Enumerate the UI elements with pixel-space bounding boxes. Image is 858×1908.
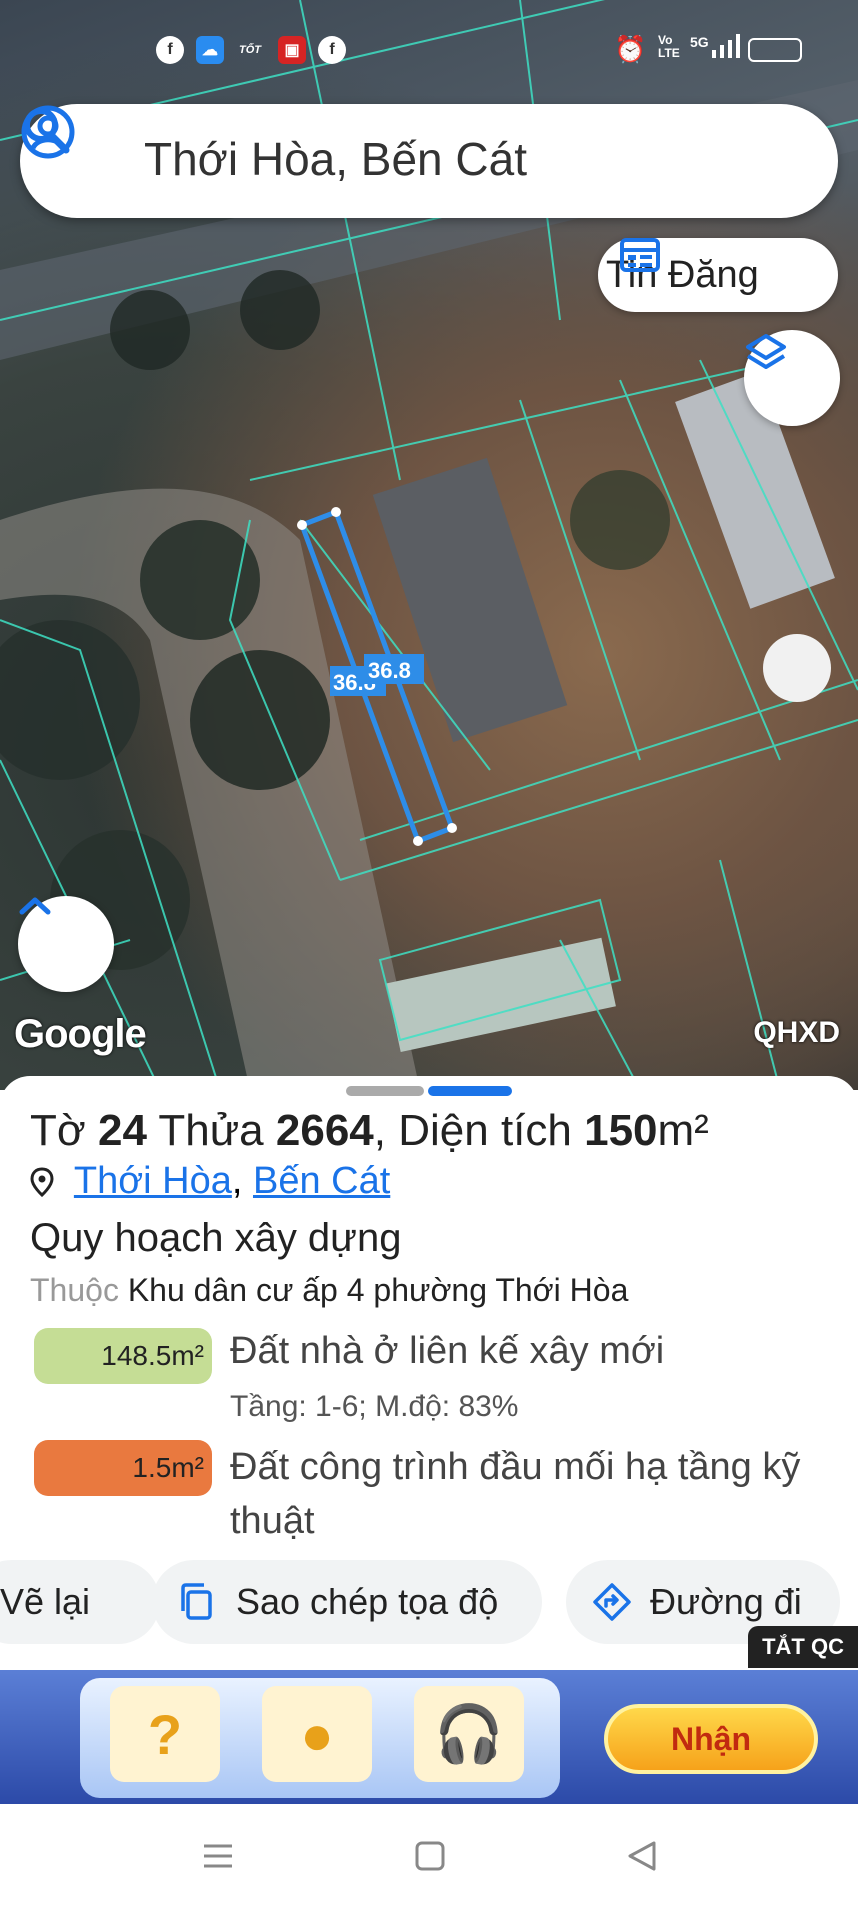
search-bar[interactable]: Thới Hòa, Bến Cát — [20, 104, 838, 218]
zone-area-badge: 1.5m² — [34, 1440, 212, 1496]
system-nav-bar — [0, 1804, 858, 1908]
facebook-icon: f — [156, 36, 184, 64]
sheet-handle-active[interactable] — [428, 1086, 512, 1096]
tot-icon: TỐT — [239, 44, 261, 56]
directions-label: Đường đi — [650, 1581, 802, 1622]
sheet-handle[interactable] — [346, 1086, 424, 1096]
map-view[interactable]: 36.8 36.8 f ☁ TỐT ▣ f ⏰ Vo LTE 5G Thới H… — [0, 0, 858, 1090]
tree — [110, 290, 190, 370]
app-icon: ▣ — [278, 36, 306, 64]
ad-banner[interactable]: ? ● 🎧 Nhận — [0, 1670, 858, 1804]
close-ad-button[interactable]: TẮT QC — [748, 1626, 858, 1668]
copy-coords-button[interactable]: Sao chép tọa độ — [152, 1560, 542, 1644]
zone-label: Đất công trình đầu mối hạ tầng kỹ thuật — [230, 1446, 801, 1542]
listing-icon — [620, 238, 660, 272]
tree — [240, 270, 320, 350]
chevron-up-icon — [19, 897, 51, 915]
zone-label: Đất nhà ở liên kế xây mới — [230, 1330, 665, 1372]
parcel-vertex — [331, 507, 341, 517]
network-indicator: 5G — [690, 34, 709, 50]
belong-name: Khu dân cư ấp 4 phường Thới Hòa — [127, 1272, 629, 1308]
location-pin-icon — [30, 1167, 54, 1198]
building-roof — [372, 457, 568, 743]
layer-label: QHXD — [753, 1016, 840, 1049]
copy-coords-label: Sao chép tọa độ — [236, 1581, 499, 1622]
parcel-title: Tờ 24 Thửa 2664, Diện tích 150m² — [30, 1106, 709, 1155]
area-unit: m² — [657, 1106, 709, 1155]
to-value: 24 — [97, 1106, 147, 1155]
plan-title: Quy hoạch xây dựng — [30, 1216, 402, 1260]
directions-icon — [593, 1583, 631, 1621]
zone-detail: Tầng: 1-6; M.độ: 83% — [230, 1390, 519, 1423]
redraw-label: Vẽ lại — [0, 1581, 91, 1622]
expand-up-button[interactable] — [18, 896, 114, 992]
tree — [140, 520, 260, 640]
tin-dang-button[interactable]: Tin Đăng — [598, 238, 838, 312]
layers-button[interactable] — [744, 330, 840, 426]
redraw-button[interactable]: Vẽ lại — [0, 1560, 160, 1644]
thua-value: 2664 — [275, 1106, 374, 1155]
location-separator: , — [231, 1160, 243, 1202]
area-label: Diện tích — [398, 1106, 572, 1155]
back-icon[interactable] — [624, 1838, 660, 1874]
tree — [570, 470, 670, 570]
district-link[interactable]: Bến Cát — [253, 1160, 390, 1202]
parcel-vertex — [447, 823, 457, 833]
search-icon[interactable] — [20, 104, 72, 156]
zone-area-badge: 148.5m² — [34, 1328, 212, 1384]
status-bar: f ☁ TỐT ▣ f ⏰ Vo LTE 5G — [0, 0, 858, 100]
ad-cta-button[interactable]: Nhận — [604, 1704, 818, 1774]
belong-prefix: Thuộc — [30, 1272, 119, 1308]
battery-icon — [748, 38, 802, 62]
ward-link[interactable]: Thới Hòa — [74, 1160, 232, 1202]
copy-icon — [181, 1583, 212, 1620]
parcel-vertex — [413, 836, 423, 846]
menu-icon[interactable] — [200, 1838, 236, 1874]
ad-tile-question: ? — [110, 1686, 220, 1782]
tree — [190, 650, 330, 790]
coins-icon: ● — [262, 1686, 372, 1782]
action-bar: Vẽ lại Sao chép tọa độ Đường đi — [0, 1560, 858, 1650]
area-value: 150 — [584, 1106, 658, 1155]
facebook-icon: f — [318, 36, 346, 64]
headphones-icon: 🎧 — [414, 1686, 524, 1782]
layers-icon — [746, 334, 786, 369]
to-label: Tờ — [30, 1106, 86, 1155]
belong-line: Thuộc Khu dân cư ấp 4 phường Thới Hòa — [30, 1272, 628, 1309]
home-icon[interactable] — [412, 1838, 448, 1874]
location: Thới Hòa, Bến Cát — [30, 1160, 390, 1203]
thua-label: Thửa — [158, 1106, 264, 1155]
google-logo: Google — [14, 1012, 147, 1056]
floating-handle[interactable] — [763, 634, 831, 702]
parcel-vertex — [297, 520, 307, 530]
search-input[interactable]: Thới Hòa, Bến Cát — [144, 132, 527, 186]
tree — [0, 620, 140, 780]
volte-indicator: Vo LTE — [658, 33, 680, 60]
edge-label-2: 36.8 — [368, 658, 411, 683]
weather-icon: ☁ — [196, 36, 224, 64]
alarm-icon: ⏰ — [614, 34, 647, 64]
